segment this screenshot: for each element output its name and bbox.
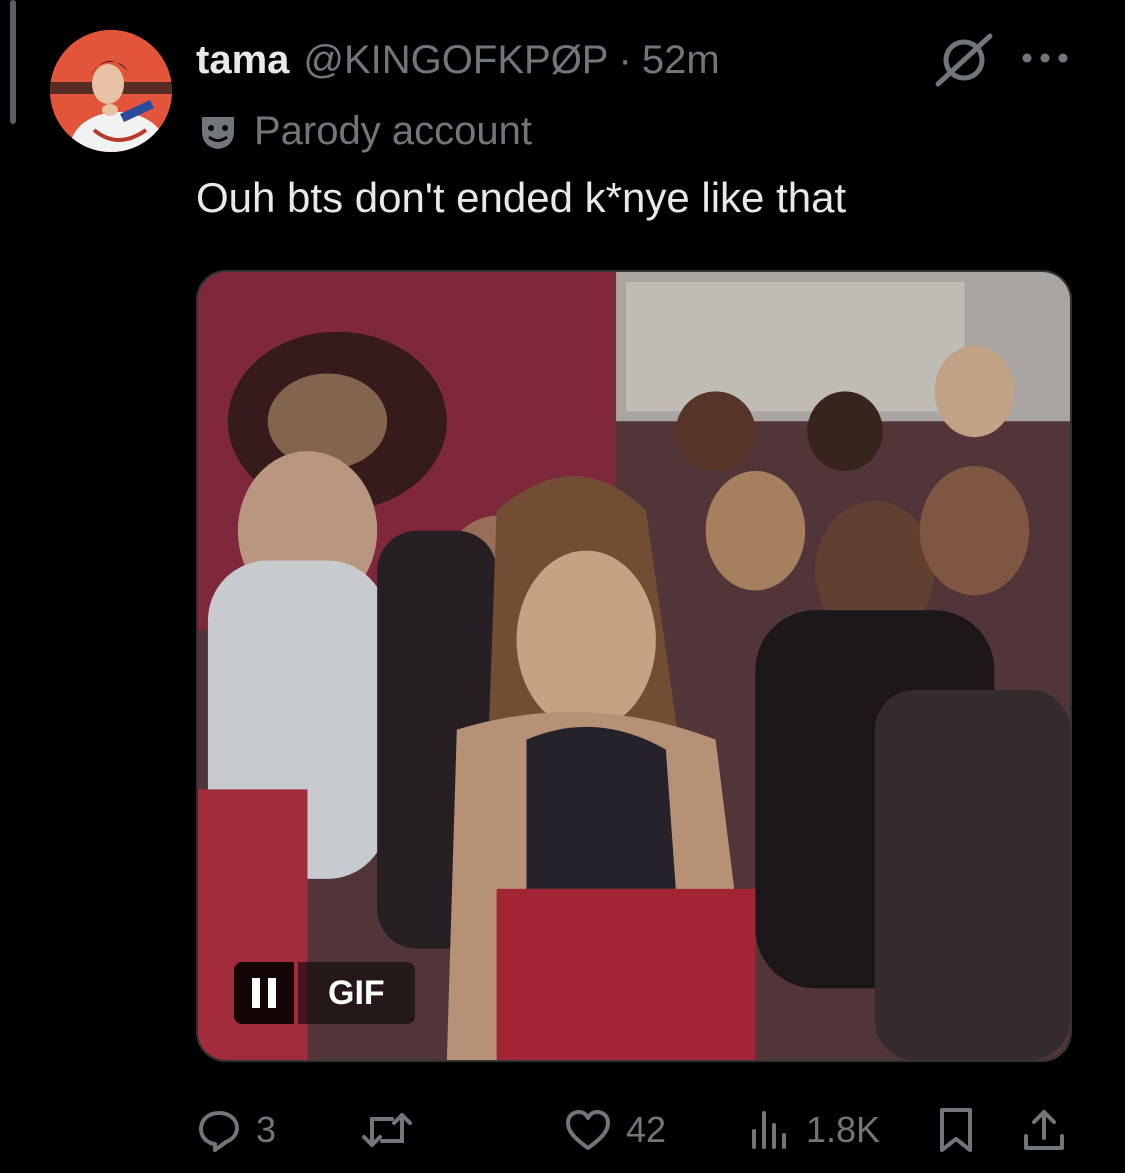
action-bar: 3 42 1.8K [196,1102,1076,1158]
heart-icon [566,1110,610,1150]
repost-button[interactable] [360,1102,428,1158]
more-icon[interactable] [1020,48,1070,68]
share-button[interactable] [1022,1102,1080,1158]
gif-badge: GIF [298,962,415,1024]
parody-text: Parody account [254,108,532,153]
gif-frame [198,272,1070,1060]
bookmark-button[interactable] [936,1102,990,1158]
views-count: 1.8K [806,1109,881,1150]
views-icon [752,1111,786,1149]
gif-media[interactable]: GIF [196,270,1072,1062]
reply-icon [199,1111,239,1152]
grok-icon[interactable] [932,30,996,90]
views-button[interactable]: 1.8K [748,1102,880,1158]
bookmark-icon [940,1108,972,1152]
pause-icon[interactable] [234,962,294,1024]
share-icon [1024,1110,1064,1150]
user-handle[interactable]: @KINGOFKPØP [303,38,608,83]
gif-controls: GIF [234,962,415,1024]
separator-dot: · [618,37,632,82]
parody-mask-icon [202,117,234,149]
tweet-page: tama @KINGOFKPØP · 52m Parody account Ou… [0,0,1125,1173]
reply-count: 3 [256,1109,277,1150]
timestamp[interactable]: 52m [642,38,720,83]
display-name[interactable]: tama [196,38,289,83]
repost-icon [362,1113,412,1147]
parody-label: Parody account [198,106,532,156]
reply-button[interactable]: 3 [196,1102,276,1158]
like-count: 42 [626,1109,667,1150]
tweet-text: Ouh bts don't ended k*nye like that [196,174,847,221]
thread-line [10,0,16,124]
like-button[interactable]: 42 [564,1102,666,1158]
avatar[interactable] [50,30,172,152]
